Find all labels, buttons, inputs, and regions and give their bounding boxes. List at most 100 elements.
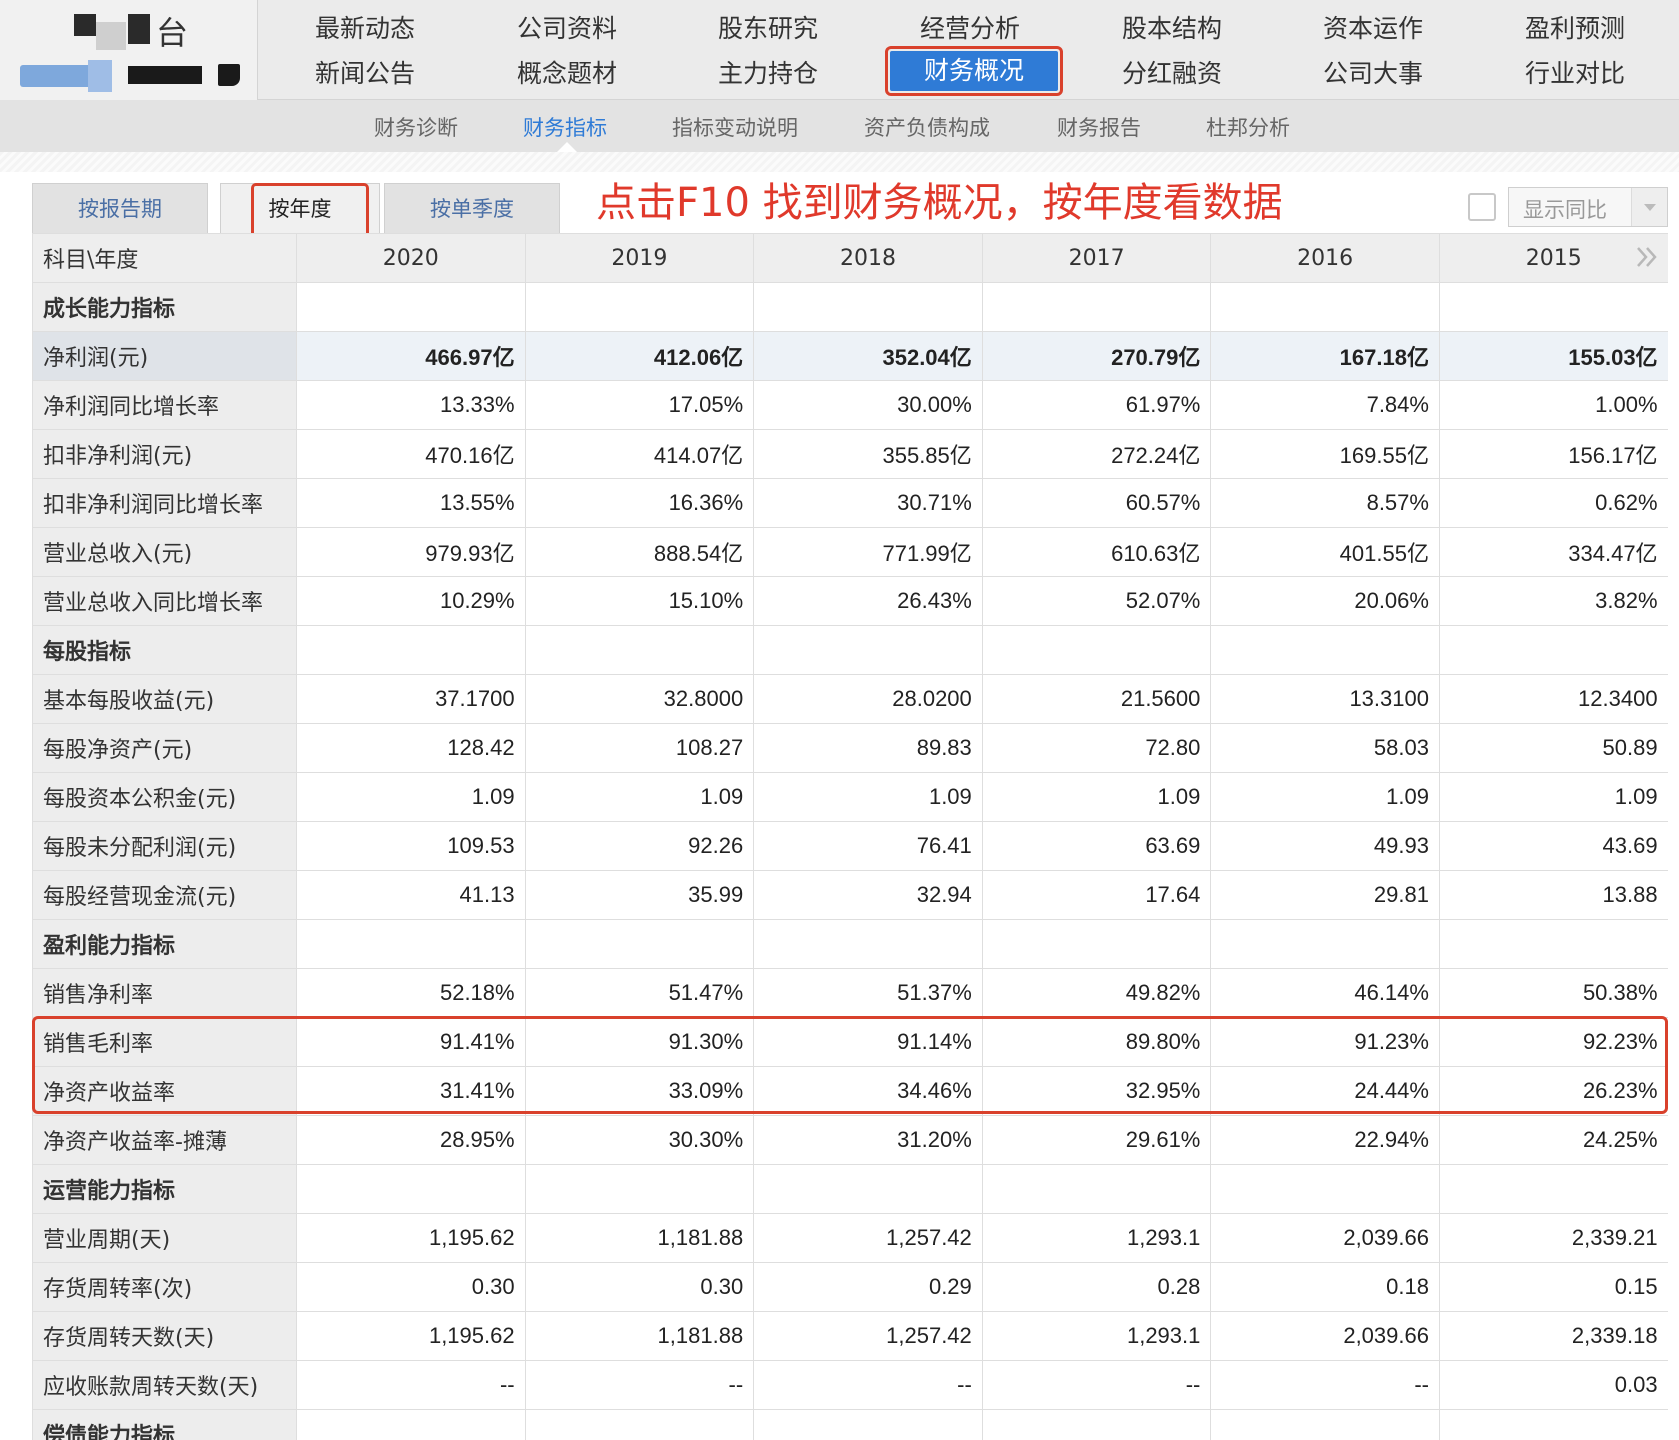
nav-main-holdings[interactable]: 主力持仓 (683, 57, 853, 91)
table-cell: 0.30 (296, 1262, 526, 1312)
row-label: 每股资本公积金(元) (32, 772, 297, 822)
nav-tab-financial-overview-highlight[interactable]: 财务概况 (885, 46, 1063, 96)
table-cell: 29.81 (1210, 870, 1440, 920)
table-row: 每股净资产(元) 128.42 108.27 89.83 72.80 58.03 50.89 (32, 723, 1668, 773)
nav-company-profile[interactable]: 公司资料 (482, 12, 652, 46)
table-cell (1210, 1164, 1440, 1214)
sub-navigation-bar: 财务诊断 财务指标 指标变动说明 资产负债构成 财务报告 杜邦分析 (0, 100, 1679, 152)
financial-indicators-table: 科目\年度 2020 2019 2018 2017 2016 2015 成长能力指标 净利润… (32, 233, 1668, 1440)
subnav-financial-indicators[interactable]: 财务指标 (523, 112, 607, 142)
table-row: 每股资本公积金(元) 1.09 1.09 1.09 1.09 1.09 1.09 (32, 772, 1668, 822)
nav-concepts[interactable]: 概念题材 (482, 57, 652, 91)
tab-by-single-quarter[interactable]: 按单季度 (384, 183, 560, 233)
table-cell: 28.0200 (753, 674, 983, 724)
nav-earnings-forecast[interactable]: 盈利预测 (1490, 12, 1660, 46)
chevron-down-icon[interactable] (1631, 188, 1667, 226)
show-yoy-checkbox[interactable] (1468, 193, 1496, 221)
stock-code-redacted (88, 60, 112, 92)
year-label: 2015 (1525, 245, 1582, 271)
row-label: 扣非净利润同比增长率 (32, 478, 297, 528)
table-row: 净利润(元) 466.97亿 412.06亿 352.04亿 270.79亿 167.18… (32, 331, 1668, 381)
table-cell: 89.80% (981, 1017, 1212, 1067)
table-cell: 7.84% (1210, 380, 1440, 430)
nav-business-analysis[interactable]: 经营分析 (885, 12, 1055, 46)
table-cell: 24.44% (1210, 1066, 1440, 1116)
row-label: 营业总收入同比增长率 (32, 576, 297, 626)
table-cell: 30.71% (753, 478, 983, 528)
table-cell: 13.88 (1438, 870, 1668, 920)
show-yoy-dropdown[interactable]: 显示同比 (1508, 187, 1668, 227)
table-cell (1438, 282, 1668, 332)
annotation-text: 点击F10 找到财务概况，按年度看数据 (596, 180, 1283, 226)
subnav-financial-diagnosis[interactable]: 财务诊断 (374, 112, 458, 142)
table-cell: 1,257.42 (753, 1311, 983, 1361)
table-cell: 50.38% (1438, 968, 1668, 1018)
subnav-asset-liability-composition[interactable]: 资产负债构成 (864, 112, 990, 142)
subnav-indicator-change-notes[interactable]: 指标变动说明 (672, 112, 798, 142)
subnav-dupont-analysis[interactable]: 杜邦分析 (1206, 112, 1290, 142)
logo-mark (128, 14, 150, 44)
section-heading: 盈利能力指标 (32, 919, 297, 969)
double-chevron-right-icon[interactable] (1634, 244, 1660, 270)
table-cell (1210, 1409, 1440, 1440)
table-cell: 13.33% (296, 380, 526, 430)
year-label: 2019 (611, 245, 668, 271)
table-row: 每股经营现金流(元) 41.13 35.99 32.94 17.64 29.81 13.88 (32, 870, 1668, 920)
table-row: 销售净利率 52.18% 51.47% 51.37% 49.82% 46.14% 50.38… (32, 968, 1668, 1018)
tab-by-year[interactable]: 按年度 (220, 183, 380, 233)
subnav-financial-report[interactable]: 财务报告 (1057, 112, 1141, 142)
table-cell: 334.47亿 (1438, 527, 1668, 577)
table-row: 存货周转率(次) 0.30 0.30 0.29 0.28 0.18 0.15 (32, 1262, 1668, 1312)
tab-by-report-period[interactable]: 按报告期 (32, 183, 208, 233)
table-cell: 37.1700 (296, 674, 526, 724)
table-cell: 156.17亿 (1438, 429, 1668, 479)
table-section-row: 成长能力指标 (32, 282, 1668, 332)
row-label: 存货周转率(次) (32, 1262, 297, 1312)
table-cell: 109.53 (296, 821, 526, 871)
table-cell: 31.41% (296, 1066, 526, 1116)
nav-announcements[interactable]: 新闻公告 (280, 57, 450, 91)
year-label: 2020 (382, 245, 439, 271)
table-cell (524, 919, 755, 969)
table-cell (981, 1409, 1212, 1440)
stock-name-redacted (128, 66, 202, 84)
table-cell: 33.09% (524, 1066, 755, 1116)
row-label: 每股净资产(元) (32, 723, 297, 773)
table-row: 存货周转天数(天) 1,195.62 1,181.88 1,257.42 1,293.1… (32, 1311, 1668, 1361)
nav-dividend-financing[interactable]: 分红融资 (1087, 57, 1257, 91)
table-header-row: 科目\年度 2020 2019 2018 2017 2016 2015 (32, 233, 1668, 283)
table-cell: 2,039.66 (1210, 1213, 1440, 1263)
nav-tab-financial-overview[interactable]: 财务概况 (890, 51, 1058, 91)
table-section-row: 盈利能力指标 (32, 919, 1668, 969)
nav-share-structure[interactable]: 股本结构 (1087, 12, 1257, 46)
table-cell: 51.47% (524, 968, 755, 1018)
table-cell: 1.09 (524, 772, 755, 822)
table-cell (981, 919, 1212, 969)
column-header-year: 2019 (524, 233, 755, 283)
nav-capital-operations[interactable]: 资本运作 (1288, 12, 1458, 46)
nav-company-events[interactable]: 公司大事 (1288, 57, 1458, 91)
row-label: 销售净利率 (32, 968, 297, 1018)
table-cell: 92.26 (524, 821, 755, 871)
table-cell (524, 625, 755, 675)
year-label: 2016 (1297, 245, 1354, 271)
nav-latest-news[interactable]: 最新动态 (280, 12, 450, 46)
table-cell (296, 1409, 526, 1440)
table-cell: -- (524, 1360, 755, 1410)
table-cell (296, 282, 526, 332)
nav-shareholder-research[interactable]: 股东研究 (683, 12, 853, 46)
speech-bubble-icon[interactable] (218, 64, 240, 86)
table-cell: 49.93 (1210, 821, 1440, 871)
table-cell: 355.85亿 (753, 429, 983, 479)
table-row: 销售毛利率 91.41% 91.30% 91.14% 89.80% 91.23% 92.23… (32, 1017, 1668, 1067)
table-cell: 28.95% (296, 1115, 526, 1165)
table-cell: 2,339.21 (1438, 1213, 1668, 1263)
row-label: 销售毛利率 (32, 1017, 297, 1067)
table-cell: 108.27 (524, 723, 755, 773)
table-cell: 49.82% (981, 968, 1212, 1018)
table-cell: 0.29 (753, 1262, 983, 1312)
nav-industry-comparison[interactable]: 行业对比 (1490, 57, 1660, 91)
table-cell (296, 1164, 526, 1214)
column-header-year: 2016 (1210, 233, 1440, 283)
table-cell: 13.55% (296, 478, 526, 528)
